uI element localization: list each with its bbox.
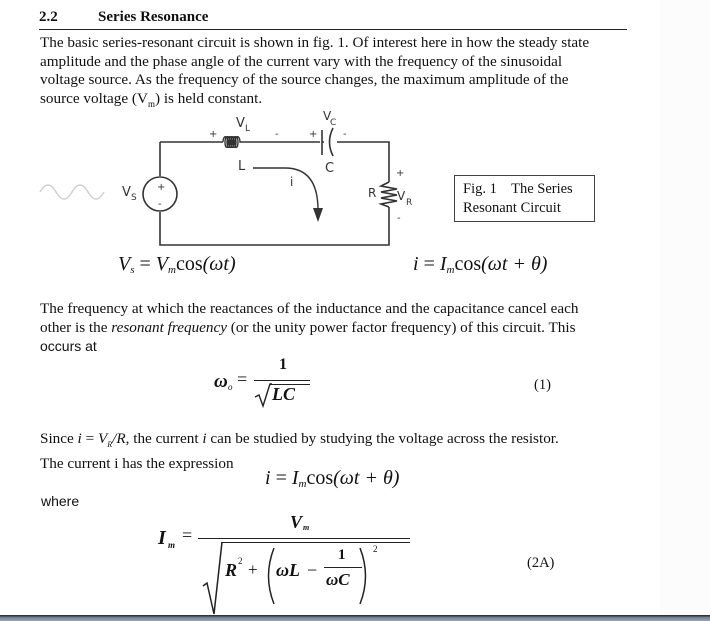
source-voltage-equation: Vs = Vmcos(ωt) <box>118 253 236 276</box>
equation-number-1: (1) <box>534 377 551 393</box>
current-expression: i = Imcos(ωt + θ) <box>265 467 400 490</box>
resonance-line-1: The frequency at which the reactances of… <box>40 300 579 317</box>
resistor-voltage-label: V <box>397 189 406 203</box>
capacitor-plus-label: + <box>309 129 317 140</box>
figure-caption: Fig. 1 The Series Resonant Circuit <box>454 175 595 222</box>
inductor-icon <box>222 136 265 148</box>
current-amplitude-equation: I m = V m R 2 + ωL − 1 ωC 2 <box>158 512 410 616</box>
capacitor-voltage-sub: C <box>330 118 336 128</box>
inductor-voltage-sub: L <box>245 124 250 134</box>
sqrt-sign-icon <box>202 541 223 615</box>
inductor-label: L <box>238 159 246 174</box>
capacitor-minus-label: - <box>343 129 347 140</box>
resistor-minus-label: - <box>397 213 401 224</box>
resonance-line-2: other is the resonant frequency (or the … <box>40 318 576 336</box>
capacitor-label: C <box>325 161 334 176</box>
source-minus-label: - <box>158 199 162 210</box>
current-equation: i = Imcos(ωt + θ) <box>413 253 548 276</box>
sine-wave-icon <box>39 184 105 200</box>
equation-number-2a: (2A) <box>527 555 555 571</box>
inductor-plus-label: + <box>209 129 217 140</box>
inductor-minus-label: - <box>275 129 279 140</box>
source-label-sub: S <box>131 193 137 203</box>
right-paren-icon <box>359 547 367 605</box>
current-label: i <box>290 175 293 189</box>
caption-line-2: Resonant Circuit <box>463 200 561 216</box>
inductor-voltage-label: V <box>236 116 245 131</box>
resistor-label: R <box>368 186 376 200</box>
current-arrow-icon <box>253 167 319 211</box>
since-line-1: Since i = VR/R, the current i can be stu… <box>40 430 559 450</box>
caption-line-1: Fig. 1 The Series <box>463 181 573 197</box>
resonance-paragraph: The frequency at which the reactances of… <box>40 300 640 356</box>
wire-top-right <box>337 141 390 182</box>
resonant-frequency-equation: ω o = 1 LC <box>214 356 324 412</box>
resonant-frequency-term: resonant frequency <box>111 318 227 336</box>
resistor-icon <box>378 181 398 208</box>
fraction-bar <box>198 538 410 539</box>
resistor-plus-label: + <box>396 168 404 179</box>
current-arrowhead-icon <box>313 208 323 222</box>
resistor-voltage-sub: R <box>406 198 412 208</box>
where-label: where <box>41 493 80 509</box>
sqrt-sign-icon <box>254 383 272 408</box>
window-taskbar-edge <box>0 615 710 621</box>
fraction-bar <box>254 380 310 381</box>
inner-fraction-bar <box>324 567 362 568</box>
source-label: V <box>122 185 131 200</box>
left-paren-icon <box>267 547 275 605</box>
wire-bottom <box>159 207 390 246</box>
resonance-line-3: occurs at <box>40 338 97 355</box>
source-plus-label: + <box>157 182 165 193</box>
